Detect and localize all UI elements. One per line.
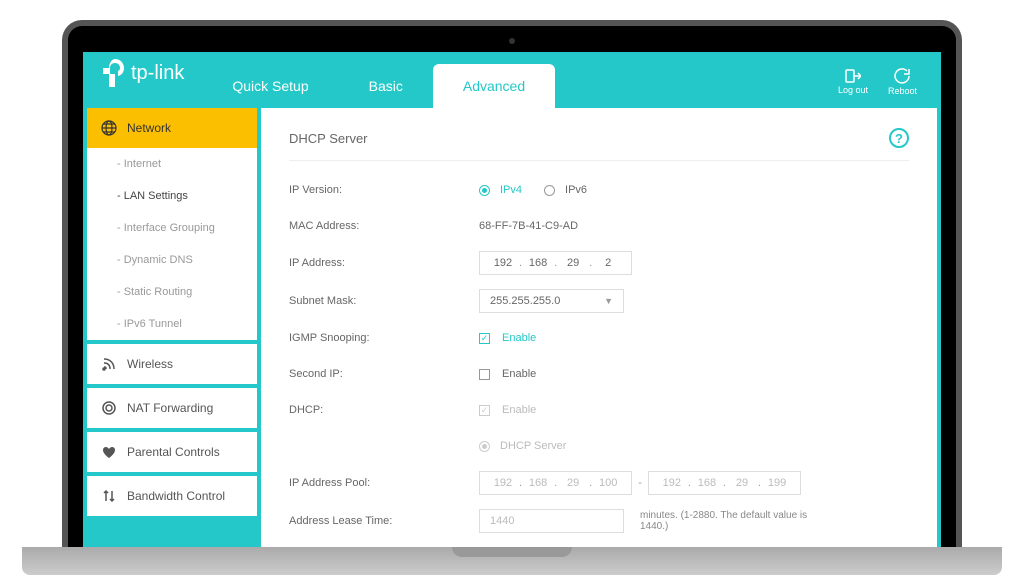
input-lease[interactable]: [479, 509, 624, 533]
tab-quick-setup[interactable]: Quick Setup: [202, 64, 338, 108]
tplink-logo-icon: [101, 59, 125, 87]
bandwidth-icon: [101, 488, 117, 504]
sidebar-item-bandwidth[interactable]: Bandwidth Control: [87, 476, 257, 516]
input-ip-address[interactable]: . . .: [479, 251, 632, 275]
chevron-down-icon: ▼: [604, 296, 613, 306]
logout-button[interactable]: Log out: [838, 69, 868, 95]
sidebar-item-network[interactable]: Network: [87, 108, 257, 148]
globe-icon: [101, 120, 117, 136]
wifi-icon: [101, 356, 117, 372]
checkbox-dhcp: ✓: [479, 405, 490, 416]
heart-icon: [101, 444, 117, 460]
tab-basic[interactable]: Basic: [339, 64, 433, 108]
help-icon[interactable]: ?: [889, 128, 909, 148]
select-subnet[interactable]: 255.255.255.0 ▼: [479, 289, 624, 313]
radio-ipv6[interactable]: [544, 185, 555, 196]
value-mac: 68-FF-7B-41-C9-AD: [479, 220, 578, 232]
label-ip-addr: IP Address:: [289, 257, 479, 269]
input-pool-start[interactable]: . . .: [479, 471, 632, 495]
label-dhcp: DHCP:: [289, 404, 479, 416]
sidebar: Network - Internet - LAN Settings - Inte…: [83, 108, 261, 547]
label-subnet: Subnet Mask:: [289, 295, 479, 307]
hint-lease: minutes. (1-2880. The default value is 1…: [640, 510, 820, 532]
sidebar-item-wireless[interactable]: Wireless: [87, 344, 257, 384]
label-mac: MAC Address:: [289, 220, 479, 232]
sidebar-sub-ipv6-tunnel[interactable]: - IPv6 Tunnel: [87, 308, 257, 340]
label-lease: Address Lease Time:: [289, 515, 479, 527]
label-pool: IP Address Pool:: [289, 477, 479, 489]
tab-advanced[interactable]: Advanced: [433, 64, 555, 108]
label-ip-version: IP Version:: [289, 184, 479, 196]
sidebar-sub-internet[interactable]: - Internet: [87, 148, 257, 180]
logout-icon: [845, 69, 861, 83]
app-header: tp-link Quick Setup Basic Advanced Log o…: [83, 52, 941, 108]
nat-icon: [101, 400, 117, 416]
brand-logo: tp-link: [83, 52, 202, 108]
content-panel: DHCP Server ? IP Version: IPv4 IPv6: [261, 108, 937, 547]
page-title: DHCP Server: [289, 131, 368, 146]
reboot-button[interactable]: Reboot: [888, 68, 917, 96]
reboot-icon: [894, 68, 910, 84]
sidebar-item-parental[interactable]: Parental Controls: [87, 432, 257, 472]
sidebar-sub-static-routing[interactable]: - Static Routing: [87, 276, 257, 308]
sidebar-sub-interface-grouping[interactable]: - Interface Grouping: [87, 212, 257, 244]
sidebar-sub-dynamic-dns[interactable]: - Dynamic DNS: [87, 244, 257, 276]
brand-text: tp-link: [131, 62, 184, 85]
sidebar-sub-lan[interactable]: - LAN Settings: [87, 180, 257, 212]
input-pool-end[interactable]: . . .: [648, 471, 801, 495]
checkbox-second-ip[interactable]: [479, 369, 490, 380]
sidebar-item-nat[interactable]: NAT Forwarding: [87, 388, 257, 428]
checkbox-igmp[interactable]: ✓: [479, 333, 490, 344]
radio-ipv4[interactable]: [479, 185, 490, 196]
label-second-ip: Second IP:: [289, 368, 479, 380]
label-igmp: IGMP Snooping:: [289, 332, 479, 344]
radio-dhcp-server: [479, 441, 490, 452]
